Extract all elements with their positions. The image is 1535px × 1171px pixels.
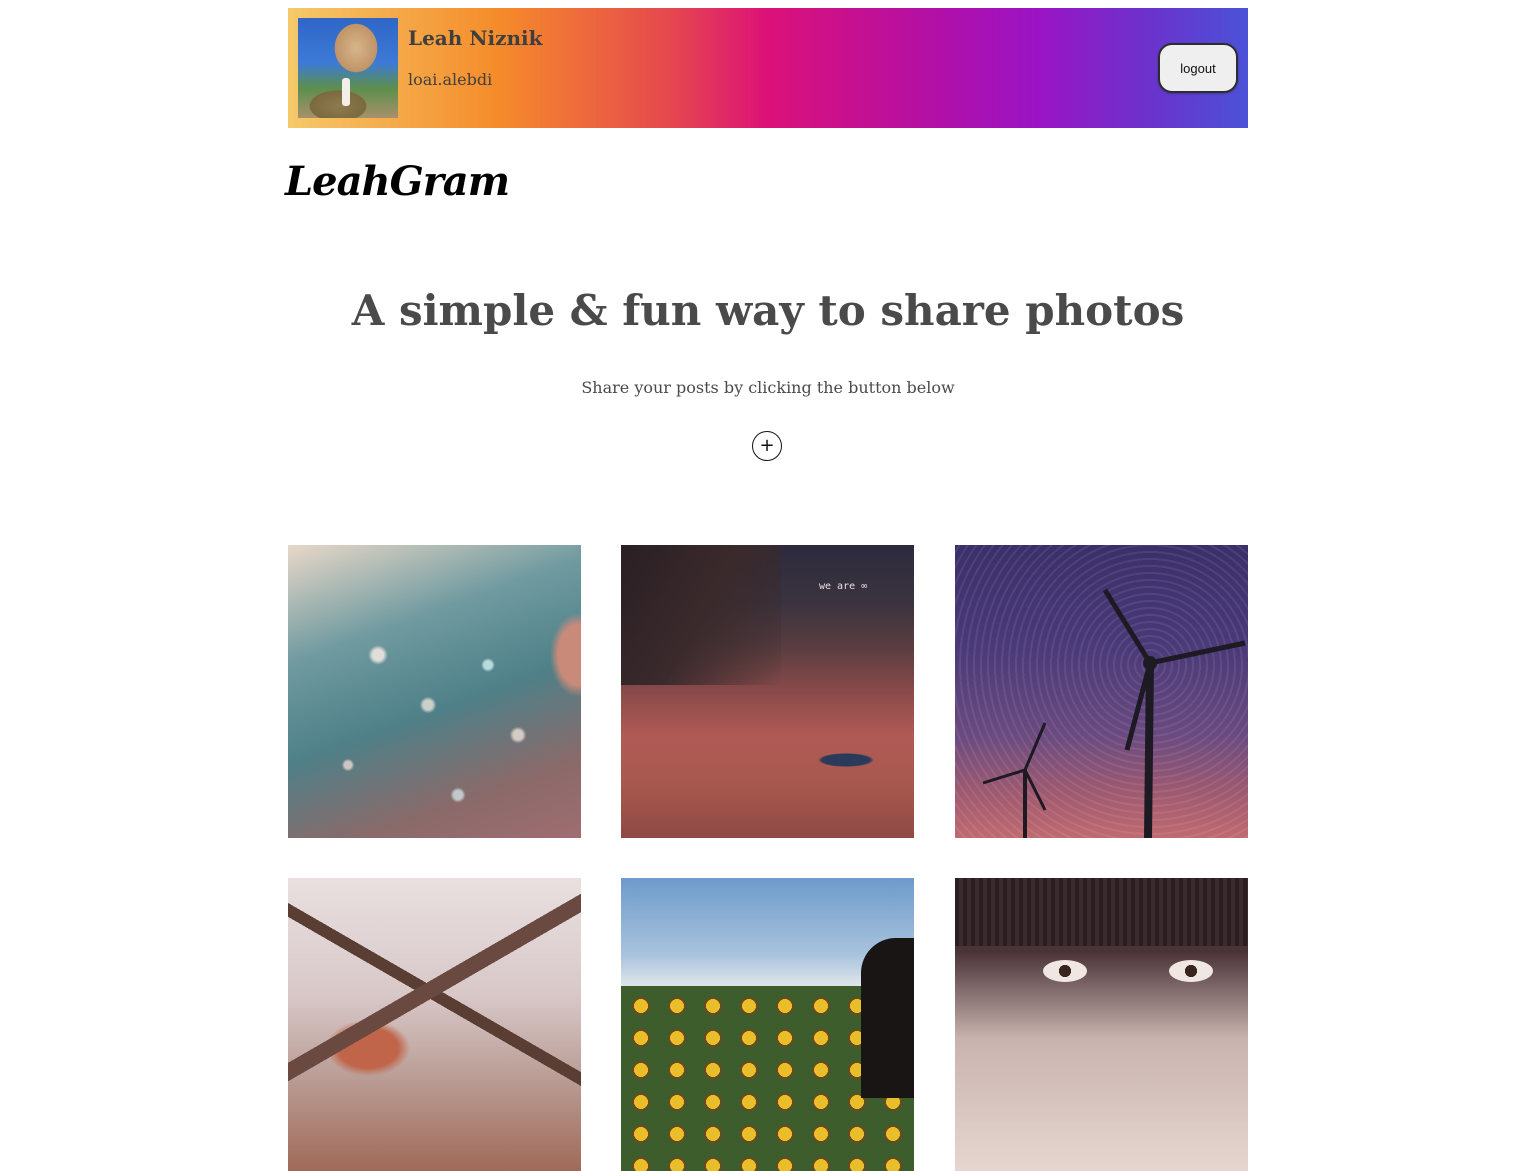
logout-button[interactable]: logout xyxy=(1158,43,1238,93)
photo-tile-eyes[interactable] xyxy=(955,878,1248,1171)
windmill-graphic xyxy=(982,588,1246,838)
app-logo[interactable]: LeahGram xyxy=(285,158,510,205)
photo-tile-meadow[interactable]: we are ∞ xyxy=(621,545,914,838)
photo-right-eye xyxy=(1169,960,1213,982)
photo-caption: we are ∞ xyxy=(819,581,868,592)
photo-hair xyxy=(955,878,1248,946)
add-post-button[interactable]: + xyxy=(752,431,782,461)
photo-tile-sunflowers[interactable] xyxy=(621,878,914,1171)
photo-trees xyxy=(621,545,781,685)
hero-title: A simple & fun way to share photos xyxy=(351,286,1185,335)
plus-icon: + xyxy=(759,435,775,456)
hero-subtitle: Share your posts by clicking the button … xyxy=(581,378,955,397)
page-container: Leah Niznik loai.alebdi logout LeahGram … xyxy=(285,8,1248,1171)
photo-tile-bubbles[interactable] xyxy=(288,545,581,838)
photo-left-eye xyxy=(1043,960,1087,982)
profile-username: loai.alebdi xyxy=(408,70,493,89)
photo-tile-windmills[interactable] xyxy=(955,545,1248,838)
profile-name: Leah Niznik xyxy=(408,26,543,50)
avatar xyxy=(298,18,398,118)
profile-header: Leah Niznik loai.alebdi logout xyxy=(288,8,1248,128)
photo-figure xyxy=(861,938,914,1098)
avatar-person xyxy=(342,78,350,106)
photo-tile-tree-girl[interactable] xyxy=(288,878,581,1171)
